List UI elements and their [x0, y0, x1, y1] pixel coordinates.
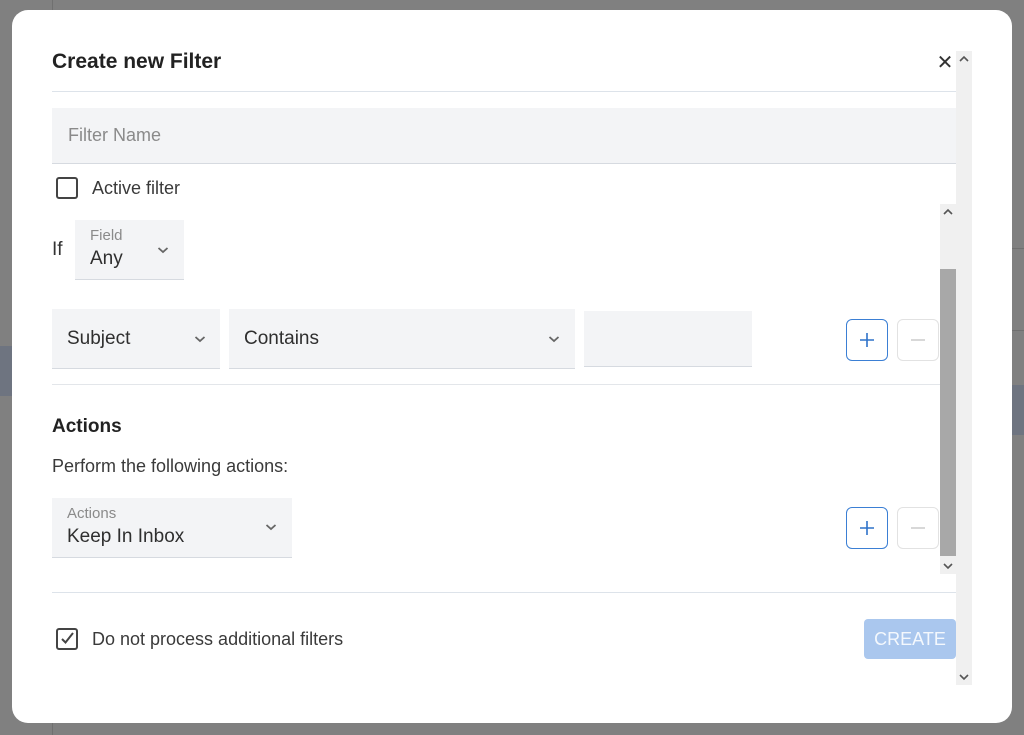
filter-name-input[interactable]	[52, 108, 956, 163]
field-select-label: Field	[90, 227, 123, 244]
field-select[interactable]: Field Any	[75, 220, 184, 280]
add-condition-button[interactable]	[846, 319, 888, 361]
remove-condition-button[interactable]	[897, 319, 939, 361]
chevron-down-icon	[548, 333, 560, 345]
background-rule	[1012, 248, 1024, 249]
scroll-up-arrow-icon[interactable]	[940, 204, 956, 220]
actions-subheading: Perform the following actions:	[52, 456, 289, 476]
field-select-value: Any	[90, 248, 123, 269]
no-additional-filters-checkbox[interactable]	[56, 628, 78, 650]
action-select-label: Actions	[67, 505, 117, 522]
if-label: If	[52, 239, 63, 260]
action-select[interactable]: Actions Keep In Inbox	[52, 498, 292, 558]
minus-icon	[911, 527, 925, 529]
scroll-down-arrow-icon[interactable]	[940, 558, 956, 574]
actions-heading: Actions	[52, 416, 122, 437]
minus-icon	[911, 339, 925, 341]
chevron-down-icon	[194, 333, 206, 345]
background-rule	[1012, 330, 1024, 331]
close-icon[interactable]: ✕	[936, 52, 954, 74]
chevron-down-icon	[265, 521, 277, 533]
subject-select-value: Subject	[67, 328, 131, 349]
plus-icon	[860, 333, 874, 347]
chevron-down-icon	[157, 244, 169, 256]
remove-action-button[interactable]	[897, 507, 939, 549]
add-action-button[interactable]	[846, 507, 888, 549]
condition-value-input[interactable]	[584, 311, 752, 366]
scroll-down-arrow-icon[interactable]	[956, 669, 972, 685]
create-filter-dialog: Create new Filter ✕ Active filter If Fie…	[12, 10, 1012, 723]
subject-select[interactable]: Subject	[52, 309, 220, 369]
operator-select-value: Contains	[244, 328, 319, 349]
active-filter-label: Active filter	[92, 178, 181, 198]
conditions-scrollbar[interactable]	[940, 204, 956, 574]
no-additional-filters-label: Do not process additional filters	[92, 629, 344, 649]
title-divider	[52, 91, 956, 92]
operator-select[interactable]: Contains	[229, 309, 575, 369]
filter-name-field[interactable]	[52, 108, 956, 164]
footer-divider	[52, 592, 956, 593]
action-select-value: Keep In Inbox	[67, 526, 185, 547]
scrollbar-thumb[interactable]	[940, 269, 956, 556]
scroll-up-arrow-icon[interactable]	[956, 51, 972, 67]
condition-value-field[interactable]	[584, 311, 752, 367]
conditions-divider	[52, 384, 940, 385]
background-highlight-right	[1012, 385, 1024, 435]
background-highlight-left	[0, 346, 12, 396]
create-button[interactable]: CREATE	[864, 619, 956, 659]
dialog-title: Create new Filter	[52, 50, 222, 73]
active-filter-checkbox[interactable]	[56, 177, 78, 199]
dialog-scrollbar[interactable]	[956, 51, 972, 685]
checkmark-icon	[61, 632, 74, 645]
plus-icon	[860, 521, 874, 535]
